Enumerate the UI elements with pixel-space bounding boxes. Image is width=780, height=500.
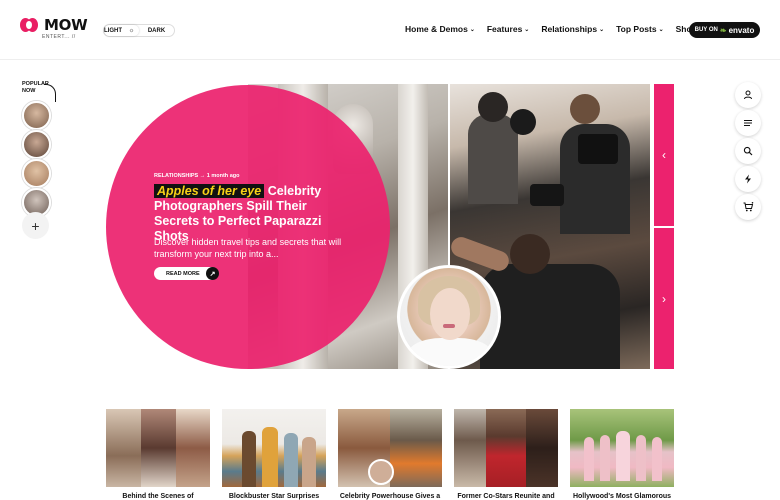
user-icon[interactable] — [735, 82, 761, 108]
card-title: Hollywood's Most Glamorous — [572, 493, 672, 500]
card-title: Former Co-Stars Reunite and — [457, 493, 555, 500]
popular-thumb-2[interactable] — [22, 130, 51, 159]
menu-icon[interactable] — [735, 110, 761, 136]
article-card[interactable]: Former Co-Stars Reunite and — [454, 409, 558, 500]
card-image — [338, 409, 442, 487]
card-title: Blockbuster Star Surprises — [228, 493, 320, 500]
popular-thumb-3[interactable] — [22, 159, 51, 188]
dark-mode-option[interactable]: DARK — [139, 25, 174, 36]
read-more-label: READ MORE — [166, 270, 200, 277]
author-avatar[interactable] — [397, 265, 501, 369]
slider-next-button[interactable]: › — [654, 228, 674, 369]
logo-subtitle: ENTERT... // — [42, 34, 76, 40]
chevron-down-icon: ⌄ — [599, 26, 605, 33]
nav-label: Features — [486, 24, 523, 34]
post-excerpt: Discover hidden travel tips and secrets … — [154, 237, 342, 259]
post-category[interactable]: RELATIONSHIPS — [154, 173, 198, 179]
nav-label: Top Posts — [616, 24, 657, 34]
sun-icon: ☼ — [128, 27, 135, 34]
nav-item-top-posts[interactable]: Top Posts ⌄ — [616, 24, 664, 34]
arrow-up-right-icon: ↗ — [206, 267, 219, 280]
light-mode-label: LIGHT — [104, 27, 122, 34]
envato-leaf-icon: ❧ — [719, 25, 727, 35]
site-logo[interactable]: MOW ENTERT... // — [20, 16, 88, 40]
main-nav: Home & Demos ⌄ Features ⌄ Relationships ⌄ T… — [405, 24, 704, 34]
post-title[interactable]: Apples of her eye Celebrity Photographer… — [154, 184, 354, 244]
theme-toggle[interactable]: LIGHT ☼ DARK — [103, 24, 175, 37]
slider-prev-button[interactable]: ‹ — [654, 84, 674, 226]
article-card[interactable]: Hollywood's Most Glamorous — [570, 409, 674, 500]
card-image — [570, 409, 674, 487]
chevron-right-icon: › — [662, 291, 666, 306]
post-time: 1 month ago — [206, 173, 240, 179]
chevron-down-icon: ⌄ — [469, 26, 475, 33]
article-card[interactable]: Behind the Scenes of — [106, 409, 210, 500]
post-meta: RELATIONSHIPS → 1 month ago — [154, 173, 239, 179]
add-icon[interactable]: + — [22, 212, 49, 239]
envato-brand: envato — [728, 25, 755, 35]
site-header: MOW ENTERT... // LIGHT ☼ DARK Home & Dem… — [0, 0, 780, 60]
card-title: Behind the Scenes of — [122, 493, 194, 500]
popular-thumb-1[interactable] — [22, 101, 51, 130]
card-title: Celebrity Powerhouse Gives a — [339, 493, 441, 500]
buy-on-envato-button[interactable]: BUY ON ❧ envato — [689, 22, 760, 38]
light-mode-option[interactable]: LIGHT ☼ — [104, 25, 139, 36]
card-image — [454, 409, 558, 487]
logo-mark-icon — [20, 18, 40, 34]
article-card[interactable]: Blockbuster Star Surprises — [222, 409, 326, 500]
nav-label: Home & Demos — [405, 24, 468, 34]
hero-pink-circle: RELATIONSHIPS → 1 month ago Apples of he… — [106, 85, 390, 369]
chevron-down-icon: ⌄ — [524, 26, 530, 33]
curved-arrow-icon — [44, 84, 56, 102]
chevron-down-icon: ⌄ — [658, 26, 664, 33]
card-image — [222, 409, 326, 487]
title-highlight: Apples of her eye — [154, 184, 265, 198]
article-card[interactable]: Celebrity Powerhouse Gives a — [338, 409, 442, 500]
read-more-button[interactable]: READ MORE ↗ — [154, 267, 219, 280]
bolt-icon[interactable] — [735, 166, 761, 192]
nav-item-features[interactable]: Features ⌄ — [487, 24, 529, 34]
card-image — [106, 409, 210, 487]
cart-icon[interactable] — [735, 194, 761, 220]
arrow-right-icon: → — [199, 173, 206, 179]
chevron-left-icon: ‹ — [662, 148, 666, 162]
nav-item-relationships[interactable]: Relationships ⌄ — [541, 24, 604, 34]
logo-text: MOW — [44, 16, 88, 34]
nav-item-home-demos[interactable]: Home & Demos ⌄ — [405, 24, 475, 34]
search-icon[interactable] — [735, 138, 761, 164]
nav-label: Relationships — [541, 24, 598, 34]
buy-prefix: BUY ON — [694, 27, 718, 33]
